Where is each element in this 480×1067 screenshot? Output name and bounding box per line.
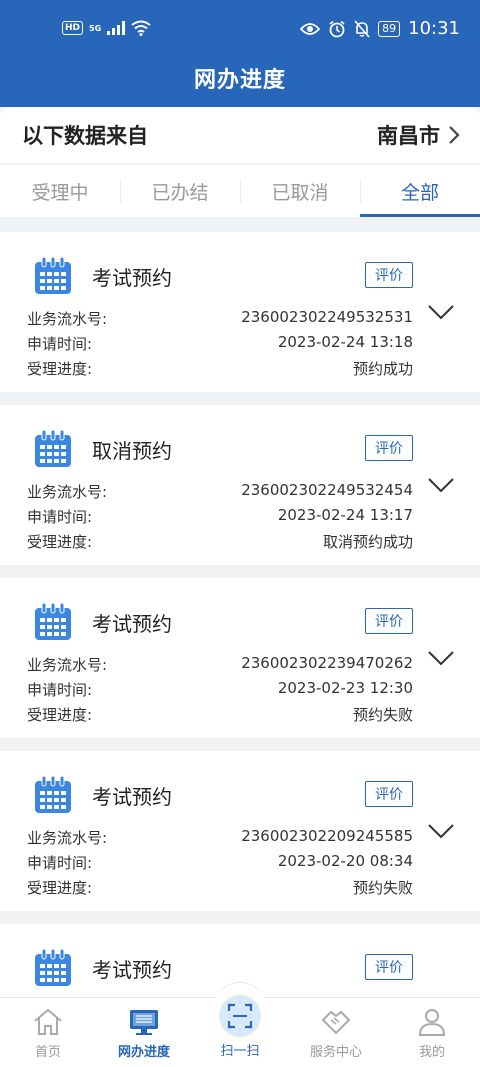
record-card[interactable]: 考试预约 评价 业务流水号: 236002302209245585 申请时间: 20… xyxy=(0,751,480,911)
rate-button[interactable]: 评价 xyxy=(365,262,413,288)
home-icon xyxy=(34,1008,62,1035)
progress-value: 预约失败 xyxy=(352,879,413,897)
record-title: 取消预约 xyxy=(92,439,172,463)
chevron-down-icon[interactable] xyxy=(428,650,454,666)
tab-completed[interactable]: 已办结 xyxy=(120,165,240,217)
time-value: 2023-02-24 13:18 xyxy=(277,333,413,351)
nav-home-label: 首页 xyxy=(34,1045,61,1060)
mute-bell-icon xyxy=(354,19,370,38)
nav-scan-label: 扫一扫 xyxy=(220,1044,260,1059)
chevron-down-icon[interactable] xyxy=(428,477,454,493)
calendar-icon xyxy=(35,776,71,813)
serial-label: 业务流水号: xyxy=(27,310,108,328)
bottom-nav: 首页 网办进度 扫一扫 服务中心 我的 xyxy=(0,982,480,1067)
signal-icon xyxy=(107,21,126,35)
data-source-label: 以下数据来自 xyxy=(22,124,148,148)
city-name: 南昌市 xyxy=(377,124,440,148)
time-label: 申请时间: xyxy=(27,335,93,353)
time-label: 申请时间: xyxy=(27,508,93,526)
progress-label: 受理进度: xyxy=(27,706,93,724)
progress-value: 取消预约成功 xyxy=(322,533,413,551)
serial-label: 业务流水号: xyxy=(27,829,108,847)
nav-mine[interactable]: 我的 xyxy=(384,998,480,1067)
nav-service-center[interactable]: 服务中心 xyxy=(288,998,384,1067)
nav-home[interactable]: 首页 xyxy=(0,998,96,1067)
serial-value: 236002302239470262 xyxy=(241,654,413,672)
record-title: 考试预约 xyxy=(92,612,172,636)
handshake-icon xyxy=(321,1010,351,1035)
nav-service-center-label: 服务中心 xyxy=(309,1045,362,1060)
time-label: 申请时间: xyxy=(27,681,93,699)
nav-progress[interactable]: 网办进度 xyxy=(96,998,192,1067)
rate-button[interactable]: 评价 xyxy=(365,954,413,980)
tab-cancelled[interactable]: 已取消 xyxy=(240,165,360,217)
progress-value: 预约成功 xyxy=(352,360,413,378)
nav-progress-label: 网办进度 xyxy=(117,1045,170,1060)
record-title: 考试预约 xyxy=(92,958,172,982)
time-value: 2023-02-20 08:34 xyxy=(277,852,413,870)
status-bar: HD 5G 89 10:31 xyxy=(0,0,480,58)
nav-scan[interactable]: 扫一扫 xyxy=(192,982,288,1067)
rate-button[interactable]: 评价 xyxy=(365,435,413,461)
data-source-bar[interactable]: 以下数据来自 南昌市 xyxy=(0,107,480,164)
time-value: 2023-02-24 13:17 xyxy=(277,506,413,524)
alarm-icon xyxy=(329,20,345,37)
progress-value: 预约失败 xyxy=(352,706,413,724)
calendar-icon xyxy=(35,257,71,294)
clock: 10:31 xyxy=(408,18,460,39)
rate-button[interactable]: 评价 xyxy=(365,608,413,634)
record-card[interactable]: 考试预约 评价 业务流水号: 236002302249532531 申请时间: 20… xyxy=(0,232,480,392)
monitor-icon xyxy=(130,1010,158,1035)
time-label: 申请时间: xyxy=(27,854,93,872)
tab-all[interactable]: 全部 xyxy=(360,165,480,217)
serial-value: 236002302249532454 xyxy=(241,481,413,499)
record-title: 考试预约 xyxy=(92,785,172,809)
wifi-icon xyxy=(131,20,151,36)
eye-icon xyxy=(300,22,321,35)
rate-button[interactable]: 评价 xyxy=(365,781,413,807)
progress-label: 受理进度: xyxy=(27,533,93,551)
chevron-right-icon xyxy=(449,126,460,144)
city-selector[interactable]: 南昌市 xyxy=(377,120,460,150)
status-tabs: 受理中 已办结 已取消 全部 xyxy=(0,165,480,217)
record-card[interactable]: 取消预约 评价 业务流水号: 236002302249532454 申请时间: 20… xyxy=(0,405,480,565)
chevron-down-icon[interactable] xyxy=(428,304,454,320)
tab-processing[interactable]: 受理中 xyxy=(0,165,120,217)
nav-mine-label: 我的 xyxy=(418,1045,445,1060)
scan-button-circle[interactable] xyxy=(219,995,261,1037)
serial-value: 236002302249532531 xyxy=(241,308,413,326)
record-card[interactable]: 考试预约 评价 业务流水号: 236002302239470262 申请时间: 20… xyxy=(0,578,480,738)
network-type: 5G xyxy=(89,23,102,33)
hd-badge: HD xyxy=(62,21,84,35)
time-value: 2023-02-23 12:30 xyxy=(277,679,413,697)
records-list: 考试预约 评价 业务流水号: 236002302249532531 申请时间: 20… xyxy=(0,232,480,1067)
progress-label: 受理进度: xyxy=(27,879,93,897)
serial-label: 业务流水号: xyxy=(27,483,108,501)
user-icon xyxy=(418,1009,446,1036)
serial-value: 236002302209245585 xyxy=(241,827,413,845)
calendar-icon xyxy=(35,430,71,467)
chevron-down-icon[interactable] xyxy=(428,823,454,839)
record-title: 考试预约 xyxy=(92,266,172,290)
serial-label: 业务流水号: xyxy=(27,656,108,674)
battery-indicator: 89 xyxy=(378,20,401,37)
page-title: 网办进度 xyxy=(193,68,286,93)
calendar-icon xyxy=(35,603,71,640)
progress-label: 受理进度: xyxy=(27,360,93,378)
scan-icon xyxy=(227,1003,253,1029)
calendar-icon xyxy=(35,949,71,986)
app-header: HD 5G 89 10:31 网办进度 xyxy=(0,0,480,107)
